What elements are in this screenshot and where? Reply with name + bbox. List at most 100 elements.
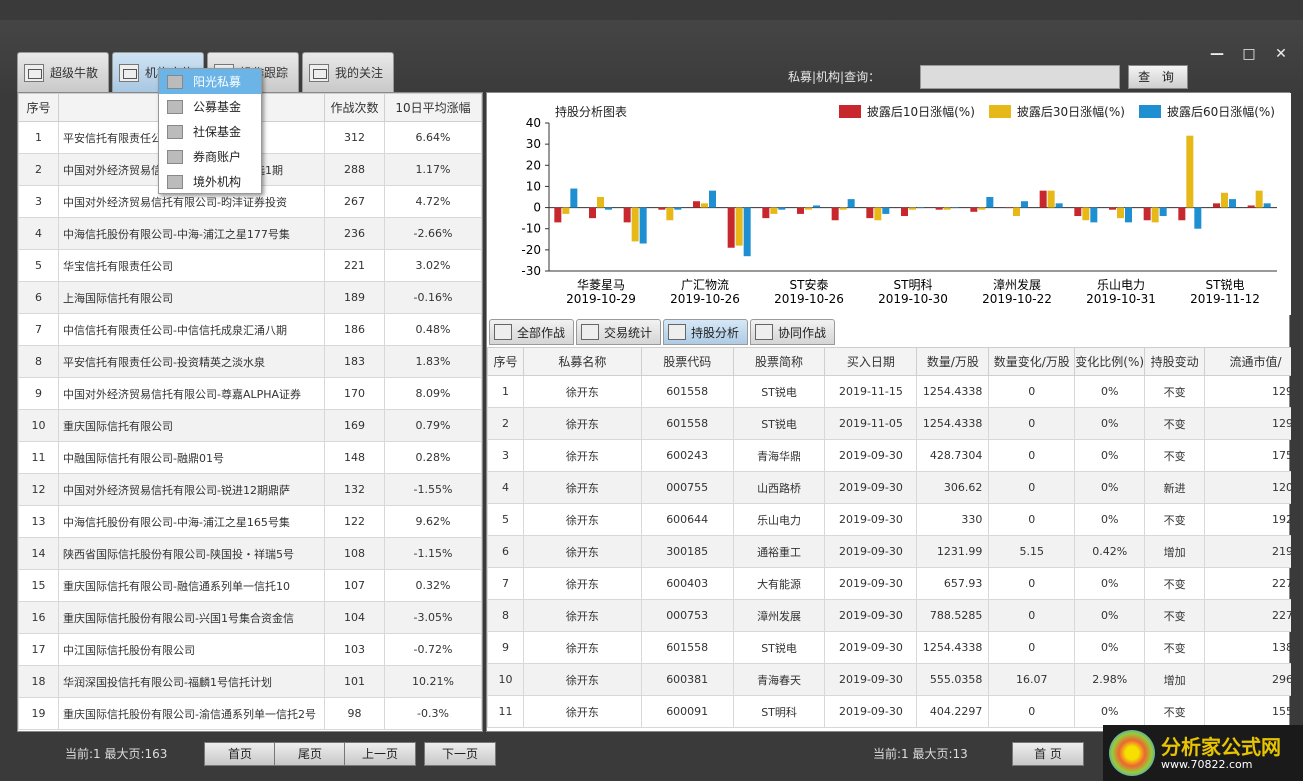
table-row[interactable]: 7 中信信托有限责任公司-中信信托成泉汇涌八期 186 0.48% <box>18 313 482 346</box>
table-row[interactable]: 5徐开东600644乐山电力2019-09-3033000%不变1924 <box>487 503 1291 536</box>
table-cell: 乐山电力 <box>732 503 826 536</box>
last-page-button[interactable]: 尾页 <box>274 742 346 766</box>
table-row[interactable]: 6 徐开东 300185 通裕重工 2019-09-30 1231.99 5.15 0.42%… <box>487 535 1291 568</box>
next-page-button[interactable]: 下一页 <box>424 742 496 766</box>
bar <box>839 207 847 210</box>
tab-super-investor[interactable]: 超级牛散 <box>17 52 110 92</box>
menu-item[interactable]: 阳光私募 <box>159 69 261 94</box>
col-header[interactable]: 买入日期 <box>824 347 918 376</box>
table-cell: 0% <box>1074 471 1146 504</box>
tab-trade-stats[interactable]: 交易统计 <box>576 319 662 345</box>
tab-all-battles[interactable]: 全部作战 <box>489 319 575 345</box>
chart-icon <box>24 63 44 82</box>
menu-item[interactable]: 境外机构 <box>159 169 261 194</box>
row-index: 5 <box>18 249 59 282</box>
col-header-count[interactable]: 作战次数 <box>324 93 385 122</box>
y-tick-label: -10 <box>521 222 541 236</box>
table-row[interactable]: 8 平安信托有限责任公司-投资精英之淡水泉 183 1.83% <box>18 345 482 378</box>
menu-item[interactable]: 券商账户 <box>159 144 261 169</box>
table-cell: 不变 <box>1144 439 1206 472</box>
col-header[interactable]: 序号 <box>487 347 524 376</box>
table-row[interactable]: 1 徐开东 601558 ST锐电 2019-11-15 1254.4338 0 0% 不变 12… <box>487 375 1291 408</box>
row-count: 221 <box>324 249 385 282</box>
bar <box>1082 207 1090 221</box>
col-header[interactable]: 流通市值/ <box>1204 347 1291 376</box>
table-row[interactable]: 2 徐开东 601558 ST锐电 2019-11-05 1254.4338 0 0% 不变 12… <box>487 407 1291 440</box>
table-cell: 2019-11-05 <box>824 407 918 440</box>
row-avg-gain: 6.64% <box>384 121 482 154</box>
table-row[interactable]: 3 徐开东 600243 青海华鼎 2019-09-30 428.7304 0 0% 不变 175… <box>487 439 1291 472</box>
row-count: 122 <box>324 505 385 538</box>
col-header[interactable]: 变化比例(%) <box>1074 347 1146 376</box>
menu-item[interactable]: 公募基金 <box>159 94 261 119</box>
row-count: 103 <box>324 633 385 666</box>
row-count: 288 <box>324 153 385 186</box>
table-cell: ST锐电 <box>732 375 826 408</box>
table-row[interactable]: 19 重庆国际信托股份有限公司-渝信通系列单一信托2号 98 -0.3% <box>18 697 482 730</box>
search-input[interactable] <box>920 65 1120 89</box>
table-row[interactable]: 13 中海信托股份有限公司-中海-浦江之星165号集 122 9.62% <box>18 505 482 538</box>
table-row[interactable]: 6 上海国际信托有限公司 189 -0.16% <box>18 281 482 314</box>
table-row[interactable]: 9 徐开东 601558 ST锐电 2019-09-30 1254.4338 0 0% 不变 13… <box>487 631 1291 664</box>
table-row[interactable]: 7徐开东600403大有能源2019-09-30657.9300%不变2276 <box>487 567 1291 600</box>
col-header[interactable]: 股票代码 <box>640 347 734 376</box>
table-row[interactable]: 4 中海信托股份有限公司-中海-浦江之星177号集 236 -2.66% <box>18 217 482 250</box>
x-tick-label: ST安泰 <box>790 277 829 292</box>
y-tick-label: 40 <box>526 116 541 130</box>
table-cell: 不变 <box>1144 375 1206 408</box>
table-row[interactable]: 10 徐开东 600381 青海春天 2019-09-30 555.0358 16.07 2.… <box>487 663 1291 696</box>
stats-icon <box>581 324 600 340</box>
close-icon[interactable]: ✕ <box>1273 46 1289 62</box>
table-row[interactable]: 10 重庆国际信托有限公司 169 0.79% <box>18 409 482 442</box>
table-row[interactable]: 18 华润深国投信托有限公司-福麟1号信托计划 101 10.21% <box>18 665 482 698</box>
row-index: 2 <box>18 153 59 186</box>
table-cell: 徐开东 <box>522 599 642 632</box>
x-tick-date: 2019-10-22 <box>982 292 1052 306</box>
table-cell: 通裕重工 <box>732 535 826 568</box>
table-row[interactable]: 17 中江国际信托股份有限公司 103 -0.72% <box>18 633 482 666</box>
table-row[interactable]: 11 中融国际信托有限公司-融鼎01号 148 0.28% <box>18 441 482 474</box>
prev-page-button[interactable]: 上一页 <box>344 742 416 766</box>
table-row[interactable]: 16 重庆国际信托股份有限公司-兴国1号集合资金信 104 -3.05% <box>18 601 482 634</box>
detail-panel: 持股分析图表 披露后10日涨幅(%) 披露后30日涨幅(%) 披露后60日涨幅(… <box>486 92 1291 733</box>
table-row[interactable]: 9 中国对外经济贸易信托有限公司-尊嘉ALPHA证券 170 8.09% <box>18 377 482 410</box>
search-button[interactable]: 查 询 <box>1128 65 1188 89</box>
minimize-icon[interactable]: — <box>1209 46 1225 62</box>
tab-coordinated[interactable]: 协同作战 <box>750 319 836 345</box>
table-row[interactable]: 14 陕西省国际信托股份有限公司-陕国投・祥瑞5号 108 -1.15% <box>18 537 482 570</box>
table-row[interactable]: 5 华宝信托有限责任公司 221 3.02% <box>18 249 482 282</box>
bar <box>951 207 959 209</box>
table-row[interactable]: 12 中国对外经济贸易信托有限公司-锐进12期鼎萨 132 -1.55% <box>18 473 482 506</box>
table-row[interactable]: 15 重庆国际信托有限公司-融信通系列单一信托10 107 0.32% <box>18 569 482 602</box>
col-header-avg-gain[interactable]: 10日平均涨幅 <box>384 93 482 122</box>
row-count: 236 <box>324 217 385 250</box>
tab-holding-analysis[interactable]: 持股分析 <box>663 319 749 345</box>
table-row[interactable]: 11 徐开东 600091 ST明科 2019-09-30 404.2297 0 0% 不变 15… <box>487 695 1291 728</box>
table-row[interactable]: 8 徐开东 000753 漳州发展 2019-09-30 788.5285 0 0% 不变 227… <box>487 599 1291 632</box>
bar <box>1143 207 1151 221</box>
bar <box>831 207 839 221</box>
right-first-page-button[interactable]: 首 页 <box>1012 742 1084 766</box>
col-header[interactable]: 持股变动 <box>1144 347 1206 376</box>
bar-chart-icon <box>167 124 183 139</box>
chart-svg: 403020100-10-20-30华菱星马2019-10-29广汇物流2019… <box>521 116 1277 306</box>
col-header-index[interactable]: 序号 <box>18 93 59 122</box>
holding-table-wrap[interactable]: 序号 私募名称 股票代码 股票简称 买入日期 数量/万股 数量变化/万股 变化比例(%) 持股变… <box>487 347 1291 733</box>
row-index: 18 <box>18 665 59 698</box>
table-cell: 1254.4338 <box>916 407 990 440</box>
tab-watchlist[interactable]: 我的关注 <box>302 52 395 92</box>
first-page-button[interactable]: 首页 <box>204 742 276 766</box>
bar <box>943 207 951 210</box>
menu-item[interactable]: 社保基金 <box>159 119 261 144</box>
col-header[interactable]: 股票简称 <box>732 347 826 376</box>
bar <box>1186 135 1194 208</box>
col-header[interactable]: 数量变化/万股 <box>988 347 1076 376</box>
table-cell: 2019-09-30 <box>824 439 918 472</box>
table-cell: 不变 <box>1144 631 1206 664</box>
maximize-icon[interactable]: □ <box>1241 46 1257 62</box>
row-avg-gain: 0.79% <box>384 409 482 442</box>
col-header[interactable]: 私募名称 <box>522 347 642 376</box>
table-row[interactable]: 4徐开东000755山西路桥2019-09-30306.6200%新进1205 <box>487 471 1291 504</box>
col-header[interactable]: 数量/万股 <box>916 347 990 376</box>
table-cell: 8 <box>487 599 524 632</box>
